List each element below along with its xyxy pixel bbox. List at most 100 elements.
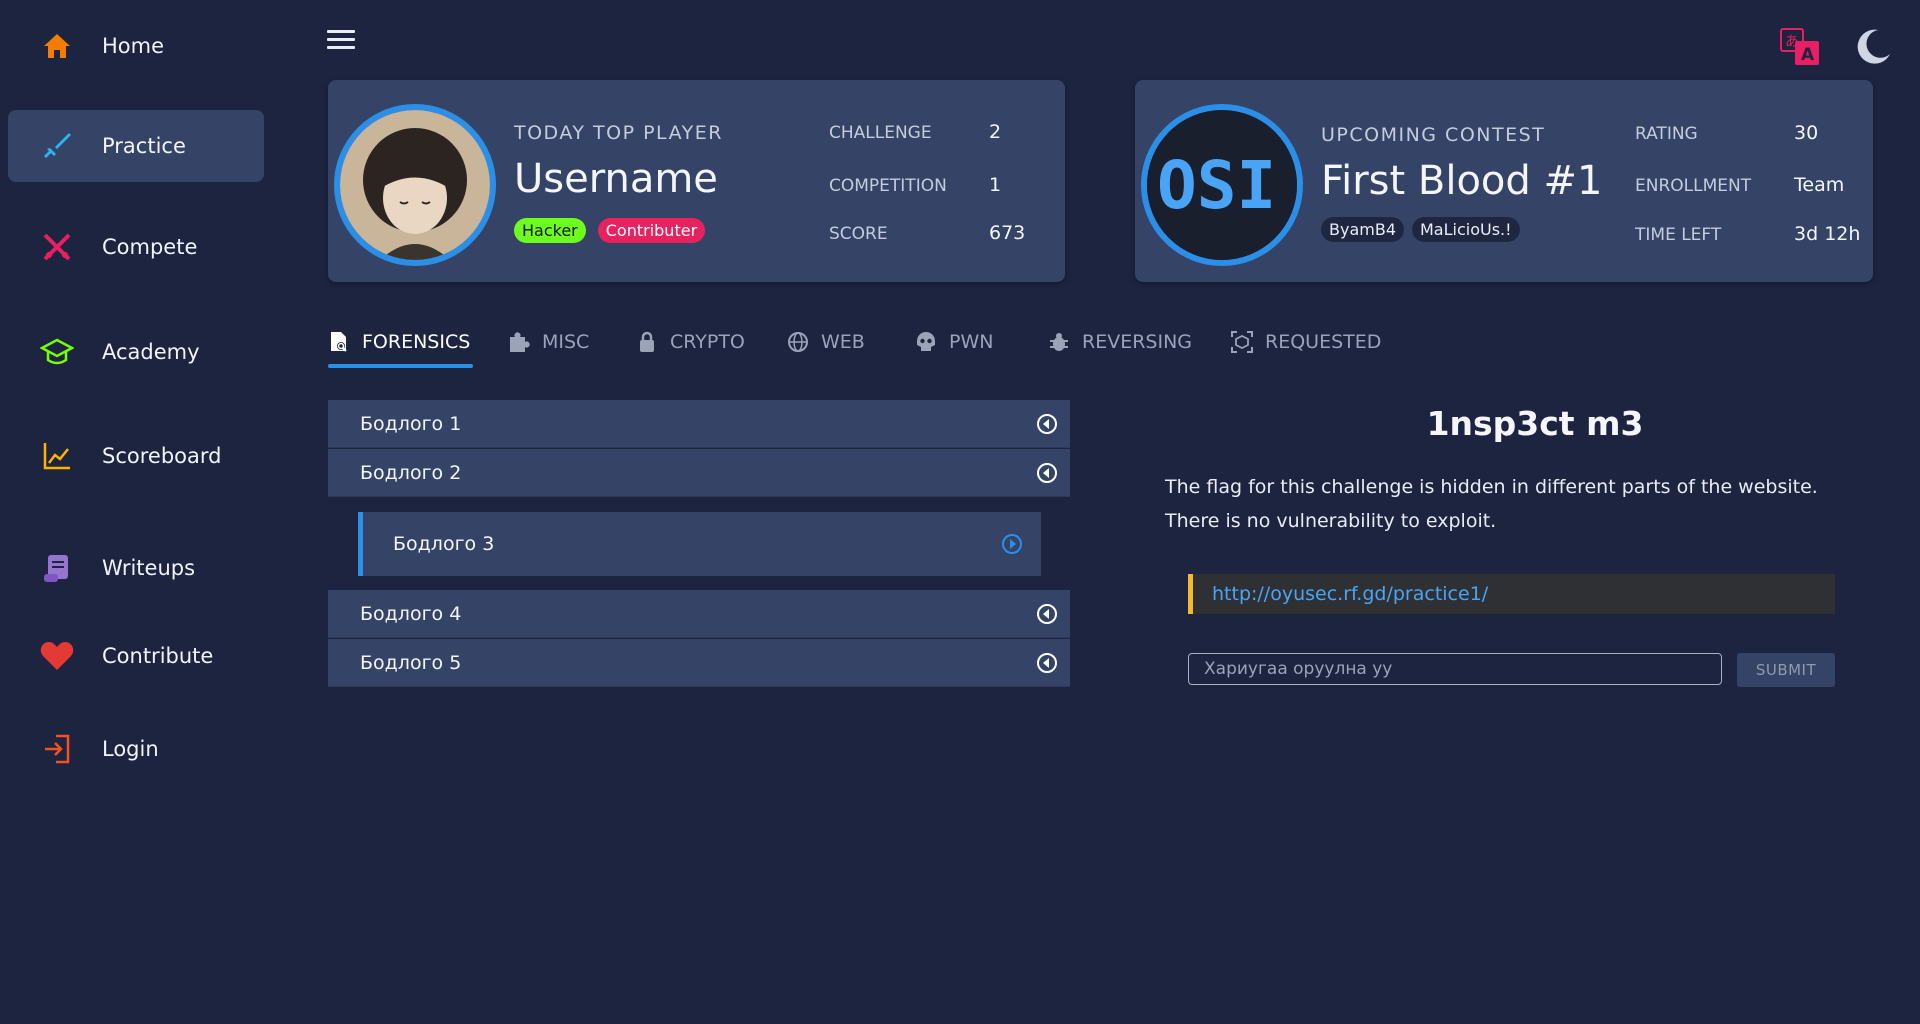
stat-label: TIME LEFT (1635, 225, 1722, 245)
stat-value: Team (1794, 174, 1845, 196)
badge-contributer: Contributer (597, 218, 706, 243)
language-button[interactable]: あ A (1780, 28, 1820, 66)
contest-logo-text: OSI (1157, 147, 1276, 224)
stat-value: 30 (1794, 122, 1819, 144)
stat-value: 3d 12h (1794, 223, 1861, 245)
tab-label: WEB (821, 331, 865, 353)
sidebar-item-login[interactable]: Login (8, 713, 264, 785)
expand-arrow-icon[interactable] (1036, 413, 1058, 435)
sidebar-item-academy[interactable]: Academy (8, 316, 264, 388)
tab-forensics[interactable]: FORENSICS (328, 318, 470, 366)
sidebar-item-label: Academy (102, 340, 200, 364)
challenge-row[interactable]: Бодлого 2 (328, 449, 1070, 497)
stat-time-left: TIME LEFT 3d 12h (1635, 223, 1860, 245)
crossed-swords-icon (40, 230, 74, 264)
login-icon (40, 732, 74, 766)
sidebar-item-compete[interactable]: Compete (8, 211, 264, 283)
scroll-icon (40, 551, 74, 585)
tab-misc[interactable]: MISC (508, 318, 589, 366)
lock-icon (636, 331, 658, 353)
expand-arrow-icon[interactable] (1036, 462, 1058, 484)
challenge-name: Бодлого 3 (393, 533, 495, 555)
tab-label: REVERSING (1082, 331, 1193, 353)
contest-logo: OSI (1141, 104, 1303, 266)
sidebar-item-practice[interactable]: Practice (8, 110, 264, 182)
challenge-row[interactable]: Бодлого 1 (328, 400, 1070, 448)
player-username[interactable]: Username (514, 156, 718, 202)
tab-label: REQUESTED (1265, 331, 1382, 353)
file-search-icon (328, 331, 350, 353)
stat-label: COMPETITION (829, 176, 947, 196)
sidebar-item-label: Login (102, 737, 159, 761)
sidebar-item-label: Scoreboard (102, 444, 222, 468)
stat-label: ENROLLMENT (1635, 176, 1752, 196)
active-tab-indicator (328, 364, 473, 368)
hamburger-line (327, 38, 355, 41)
contest-title[interactable]: First Blood #1 (1321, 158, 1602, 204)
badge-hacker: Hacker (514, 218, 586, 243)
sidebar-item-label: Practice (102, 134, 186, 158)
stat-label: SCORE (829, 224, 888, 244)
menu-toggle-button[interactable] (327, 30, 355, 52)
hamburger-line (327, 46, 355, 49)
card-kicker: TODAY TOP PLAYER (514, 122, 723, 144)
top-player-card: TODAY TOP PLAYER Username Hacker Contrib… (328, 80, 1065, 282)
stat-value: 1 (989, 174, 1002, 196)
submit-button[interactable]: SUBMIT (1737, 653, 1835, 687)
challenge-description: The flag for this challenge is hidden in… (1165, 476, 1818, 532)
challenge-row[interactable]: Бодлого 5 (328, 639, 1070, 687)
player-badges: Hacker Contributer (514, 218, 706, 243)
tab-pwn[interactable]: PWN (915, 318, 993, 366)
participant-badge: ByamB4 (1321, 217, 1404, 242)
bug-icon (1048, 331, 1070, 353)
upcoming-contest-card: OSI UPCOMING CONTEST First Blood #1 Byam… (1135, 80, 1873, 282)
stat-score: SCORE 673 (829, 222, 1025, 244)
challenge-row-selected[interactable]: Бодлого 3 (358, 512, 1041, 576)
tab-web[interactable]: WEB (787, 318, 865, 366)
stat-enrollment: ENROLLMENT Team (1635, 174, 1844, 196)
tab-label: PWN (949, 331, 994, 353)
stat-value: 673 (989, 222, 1026, 244)
stat-competition: COMPETITION 1 (829, 174, 1001, 196)
expand-arrow-icon[interactable] (1036, 603, 1058, 625)
sidebar-item-scoreboard[interactable]: Scoreboard (8, 420, 264, 492)
scan-icon (1231, 331, 1253, 353)
challenge-name: Бодлого 5 (360, 651, 462, 674)
sidebar-item-label: Home (102, 34, 165, 58)
challenge-title: 1nsp3ct m3 (1426, 404, 1644, 443)
sidebar-item-writeups[interactable]: Writeups (8, 532, 264, 604)
contest-participants: ByamB4 MaLicioUs.! (1321, 217, 1520, 242)
expand-arrow-icon[interactable] (1036, 652, 1058, 674)
stat-label: CHALLENGE (829, 123, 932, 143)
moon-icon (1857, 29, 1890, 64)
svg-text:A: A (1801, 45, 1815, 65)
challenge-link-box: http://oyusec.rf.gd/practice1/ (1188, 574, 1835, 614)
tab-requested[interactable]: REQUESTED (1231, 318, 1381, 366)
card-kicker: UPCOMING CONTEST (1321, 124, 1546, 146)
flag-answer-input[interactable] (1188, 653, 1722, 685)
sidebar: Home Practice Compete Academy Scoreboard… (0, 0, 272, 1024)
avatar (334, 104, 496, 266)
tab-label: MISC (542, 331, 590, 353)
stat-label: RATING (1635, 124, 1698, 144)
challenge-row[interactable]: Бодлого 4 (328, 590, 1070, 638)
sidebar-item-contribute[interactable]: Contribute (8, 620, 264, 692)
stat-challenge: CHALLENGE 2 (829, 121, 1001, 143)
sidebar-item-label: Writeups (102, 556, 196, 580)
challenge-name: Бодлого 2 (360, 461, 462, 484)
puzzle-icon (508, 331, 530, 353)
sword-icon (40, 129, 74, 163)
sidebar-item-label: Compete (102, 235, 198, 259)
heart-icon (40, 639, 74, 673)
play-arrow-icon[interactable] (1001, 533, 1023, 555)
challenge-link[interactable]: http://oyusec.rf.gd/practice1/ (1212, 583, 1488, 605)
globe-icon (787, 331, 809, 353)
tab-crypto[interactable]: CRYPTO (636, 318, 745, 366)
tab-reversing[interactable]: REVERSING (1048, 318, 1192, 366)
tab-label: CRYPTO (670, 331, 745, 353)
sidebar-item-home[interactable]: Home (8, 10, 264, 82)
translate-icon: あ A (1780, 28, 1819, 65)
challenge-name: Бодлого 1 (360, 412, 462, 435)
theme-toggle-button[interactable] (1852, 26, 1892, 66)
tab-label: FORENSICS (362, 331, 471, 353)
